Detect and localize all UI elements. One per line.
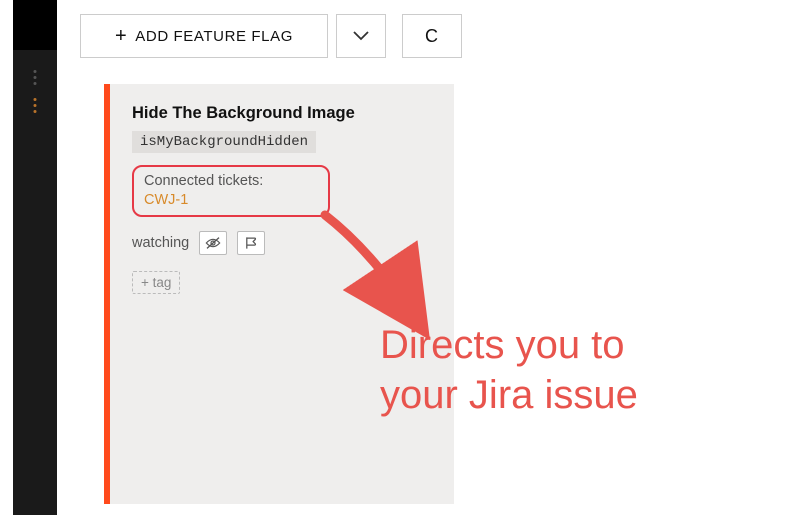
connected-tickets-label: Connected tickets: xyxy=(144,173,318,189)
sidebar-menu-dots-2[interactable] xyxy=(34,98,37,113)
sidebar-logo-area xyxy=(13,0,57,50)
sidebar xyxy=(13,0,57,515)
feature-flag-card: Hide The Background Image isMyBackground… xyxy=(104,84,454,504)
plus-icon: + xyxy=(115,25,127,48)
visibility-toggle-button[interactable] xyxy=(199,231,227,255)
add-feature-flag-label: ADD FEATURE FLAG xyxy=(135,28,293,45)
sidebar-menu-dots-1[interactable] xyxy=(34,70,37,85)
watch-row: watching xyxy=(132,231,434,255)
feature-flag-key: isMyBackgroundHidden xyxy=(132,131,316,153)
add-tag-button[interactable]: + tag xyxy=(132,271,180,294)
add-dropdown-button[interactable] xyxy=(336,14,386,58)
connected-tickets-box: Connected tickets: CWJ-1 xyxy=(132,165,330,217)
toolbar-c-label: C xyxy=(425,26,439,47)
watching-label: watching xyxy=(132,235,189,251)
feature-flag-title: Hide The Background Image xyxy=(132,104,434,123)
flag-icon xyxy=(243,236,259,250)
main-content: + ADD FEATURE FLAG C Hide The Background… xyxy=(80,14,790,504)
chevron-down-icon xyxy=(353,31,369,41)
toolbar-c-button[interactable]: C xyxy=(402,14,462,58)
card-body: Hide The Background Image isMyBackground… xyxy=(110,84,454,504)
toolbar: + ADD FEATURE FLAG C xyxy=(80,14,790,58)
eye-off-icon xyxy=(205,236,221,250)
add-feature-flag-button[interactable]: + ADD FEATURE FLAG xyxy=(80,14,328,58)
ticket-link[interactable]: CWJ-1 xyxy=(144,192,188,208)
flag-toggle-button[interactable] xyxy=(237,231,265,255)
